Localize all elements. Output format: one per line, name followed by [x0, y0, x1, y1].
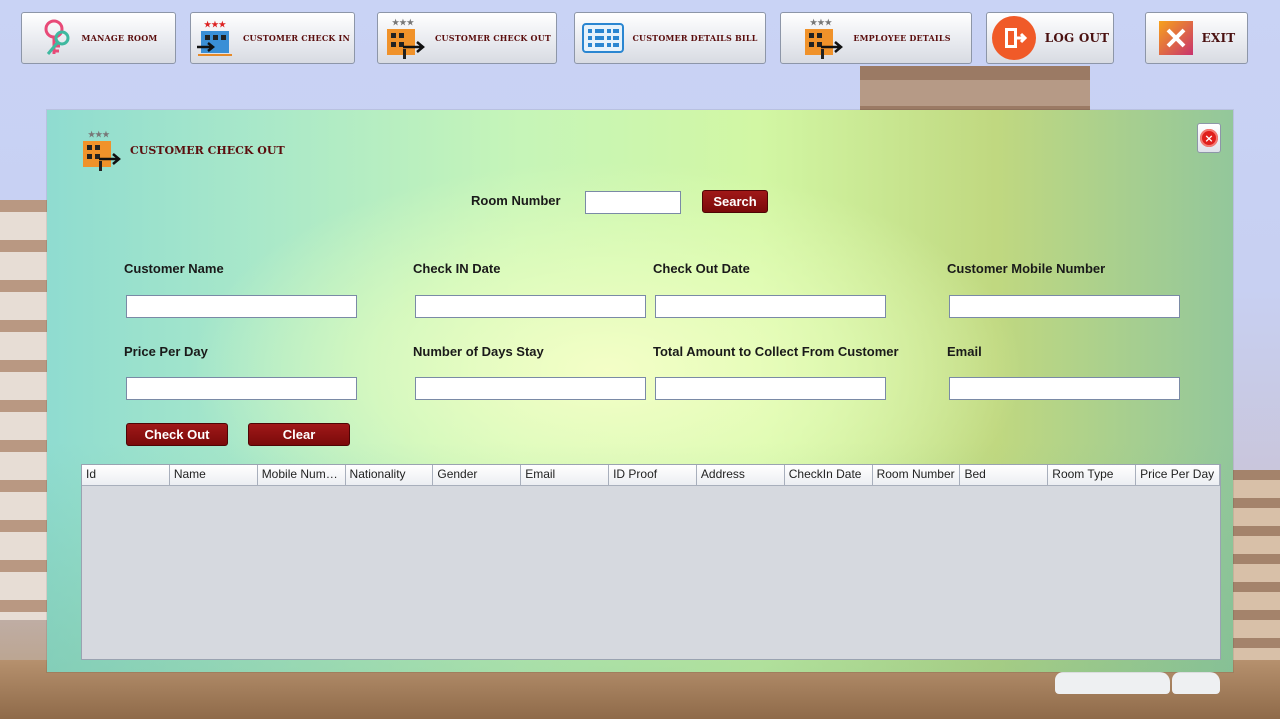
bill-list-icon — [582, 23, 625, 53]
svg-text:★★★: ★★★ — [392, 17, 415, 27]
customer-details-bill-label: CUSTOMER DETAILS BILL — [632, 33, 758, 43]
background-building — [0, 200, 47, 620]
manage-room-label: MANAGE ROOM — [81, 33, 158, 43]
exit-button[interactable]: EXIT — [1145, 12, 1248, 64]
customer-mobile-input[interactable] — [949, 295, 1180, 318]
svg-text:★★★: ★★★ — [204, 19, 227, 29]
room-number-input[interactable] — [585, 191, 681, 214]
background-building — [1228, 470, 1280, 680]
key-icon — [44, 19, 70, 55]
hotel-checkin-icon: ★★★ — [196, 19, 232, 56]
num-days-input[interactable] — [415, 377, 646, 400]
customer-mobile-label: Customer Mobile Number — [947, 261, 1106, 276]
customer-table[interactable]: Id Name Mobile Numb... Nationality Gender Ema… — [81, 464, 1221, 660]
table-column-header[interactable]: CheckIn Date — [785, 465, 873, 485]
customer-check-out-label: CUSTOMER CHECK OUT — [434, 33, 552, 43]
table-column-header[interactable]: Room Type — [1048, 465, 1137, 485]
price-per-day-label: Price Per Day — [124, 344, 208, 359]
table-column-header[interactable]: Room Number — [873, 465, 961, 485]
check-in-date-label: Check IN Date — [413, 261, 501, 276]
exit-label: EXIT — [1201, 31, 1236, 45]
table-column-header[interactable]: Email — [521, 465, 610, 485]
table-column-header[interactable]: Address — [697, 465, 785, 485]
svg-text:★★★: ★★★ — [88, 129, 110, 139]
customer-check-in-button[interactable]: ★★★ CUSTOMER CHECK IN — [190, 12, 355, 64]
page-title: CUSTOMER CHECK OUT — [130, 143, 285, 157]
svg-text:★★★: ★★★ — [810, 17, 833, 27]
log-out-label: LOG OUT — [1044, 31, 1110, 45]
table-column-header[interactable]: Gender — [433, 465, 522, 485]
clear-button[interactable]: Clear — [248, 423, 350, 446]
check-out-date-label: Check Out Date — [653, 261, 750, 276]
close-icon: × — [1200, 129, 1218, 147]
table-column-header[interactable]: ID Proof — [609, 465, 697, 485]
num-days-label: Number of Days Stay — [413, 344, 544, 359]
email-label: Email — [947, 344, 982, 359]
employee-details-label: EMPLOYEE DETAILS — [853, 33, 951, 43]
search-button[interactable]: Search — [702, 190, 768, 213]
customer-details-bill-button[interactable]: CUSTOMER DETAILS BILL — [574, 12, 766, 64]
table-column-header[interactable]: Id — [82, 465, 170, 485]
check-in-date-input[interactable] — [415, 295, 646, 318]
customer-check-in-label: CUSTOMER CHECK IN — [242, 33, 350, 43]
log-out-button[interactable]: LOG OUT — [986, 12, 1114, 64]
total-amount-input[interactable] — [655, 377, 886, 400]
table-column-header[interactable]: Bed — [960, 465, 1049, 485]
employee-details-button[interactable]: ★★★ EMPLOYEE DETAILS — [780, 12, 972, 64]
table-column-header[interactable]: Nationality — [346, 465, 434, 485]
manage-room-button[interactable]: MANAGE ROOM — [21, 12, 176, 64]
hotel-checkout-icon: ★★★ — [83, 129, 121, 171]
table-header: Id Name Mobile Numb... Nationality Gender Ema… — [82, 465, 1220, 486]
email-input[interactable] — [949, 377, 1180, 400]
price-per-day-input[interactable] — [126, 377, 357, 400]
hotel-employee-icon: ★★★ — [805, 17, 844, 59]
room-number-label: Room Number — [471, 193, 561, 208]
close-button[interactable]: × — [1197, 123, 1221, 153]
table-column-header[interactable]: Name — [170, 465, 258, 485]
total-amount-label: Total Amount to Collect From Customer — [653, 344, 899, 359]
exit-x-icon — [1158, 21, 1193, 55]
hotel-checkout-icon: ★★★ — [386, 17, 425, 59]
table-column-header[interactable]: Mobile Numb... — [258, 465, 346, 485]
logout-door-icon — [991, 16, 1036, 60]
customer-name-label: Customer Name — [124, 261, 224, 276]
customer-name-input[interactable] — [126, 295, 357, 318]
background-car — [1055, 672, 1170, 694]
customer-check-out-button[interactable]: ★★★ CUSTOMER CHECK OUT — [377, 12, 557, 64]
table-column-header[interactable]: Price Per Day — [1136, 465, 1220, 485]
check-out-button[interactable]: Check Out — [126, 423, 228, 446]
background-car — [1172, 672, 1220, 694]
panel-header: ★★★ CUSTOMER CHECK OUT — [78, 128, 285, 172]
check-out-date-input[interactable] — [655, 295, 886, 318]
